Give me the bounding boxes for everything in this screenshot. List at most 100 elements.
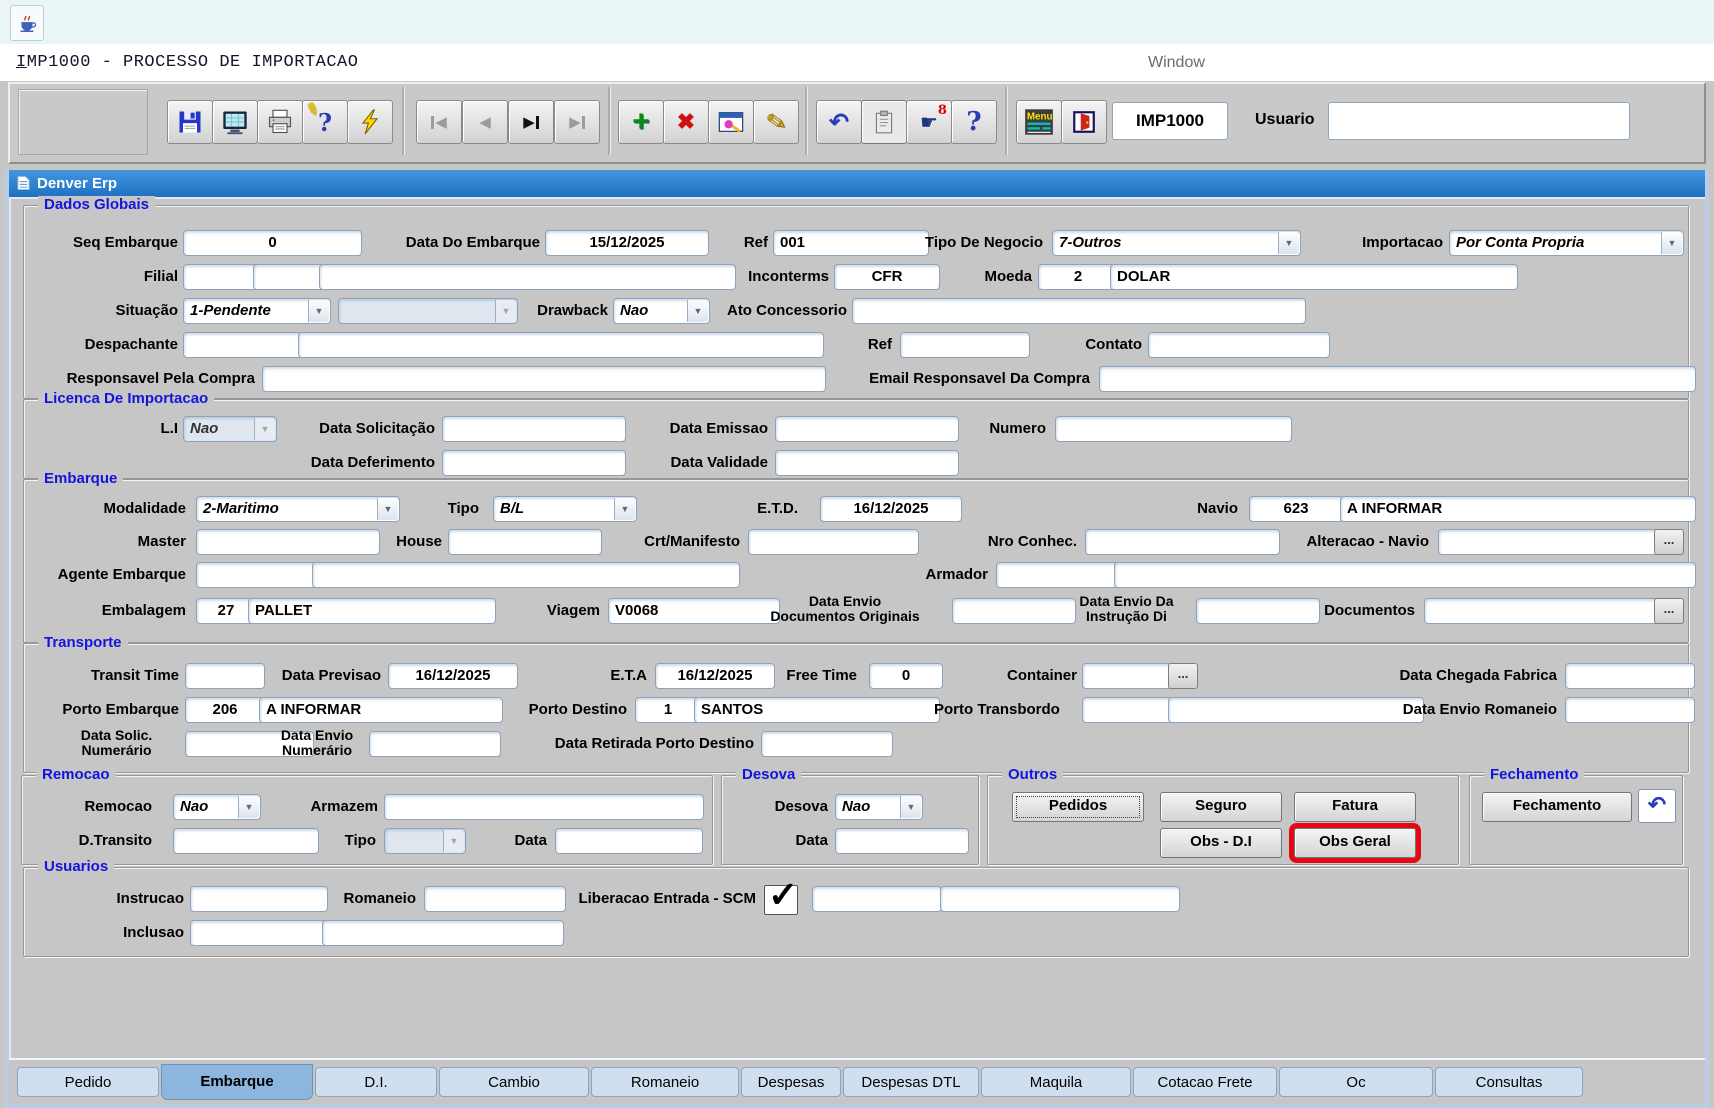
ato-concessorio-field[interactable] bbox=[852, 298, 1306, 324]
data-solicitacao-field[interactable] bbox=[442, 416, 626, 442]
li-combo[interactable]: Nao▼ bbox=[183, 416, 277, 442]
edit-button[interactable]: ✎ bbox=[753, 100, 799, 144]
tipo-combo[interactable]: B/L▼ bbox=[493, 496, 637, 522]
data-envio-numerario-field[interactable] bbox=[369, 731, 501, 757]
agente-embarque-name-field[interactable] bbox=[312, 562, 740, 588]
data-do-embarque-field[interactable]: 15/12/2025 bbox=[545, 230, 709, 256]
navio-name-field[interactable]: A INFORMAR bbox=[1340, 496, 1696, 522]
container-field[interactable] bbox=[1082, 663, 1174, 689]
filial-code1-field[interactable] bbox=[183, 264, 261, 290]
porto-embarque-code-field[interactable]: 206 bbox=[185, 697, 265, 723]
armador-code-field[interactable] bbox=[996, 562, 1120, 588]
data-validade-field[interactable] bbox=[775, 450, 959, 476]
moeda-code-field[interactable]: 2 bbox=[1038, 264, 1118, 290]
tab-romaneio[interactable]: Romaneio bbox=[591, 1067, 739, 1097]
help-button[interactable]: ? bbox=[951, 100, 997, 144]
tipo-de-negocio-combo[interactable]: 7-Outros▼ bbox=[1052, 230, 1301, 256]
data-deferimento-field[interactable] bbox=[442, 450, 626, 476]
agente-embarque-code-field[interactable] bbox=[196, 562, 318, 588]
porto-embarque-name-field[interactable]: A INFORMAR bbox=[259, 697, 503, 723]
free-time-field[interactable]: 0 bbox=[869, 663, 943, 689]
help-query-button[interactable]: ✎? bbox=[302, 100, 348, 144]
next-record-button[interactable]: ▶ bbox=[508, 100, 554, 144]
data-envio-instrucao-field[interactable] bbox=[1196, 598, 1320, 624]
query-window-button[interactable] bbox=[708, 100, 754, 144]
inclusao-field[interactable] bbox=[190, 920, 328, 946]
insert-record-button[interactable]: + bbox=[618, 100, 664, 144]
fechamento-button[interactable]: Fechamento bbox=[1482, 792, 1632, 822]
inconterms-field[interactable]: CFR bbox=[834, 264, 940, 290]
tab-consultas[interactable]: Consultas bbox=[1435, 1067, 1583, 1097]
print-button[interactable] bbox=[257, 100, 303, 144]
menu-button[interactable]: Menu bbox=[1016, 100, 1062, 144]
responsavel-pela-compra-field[interactable] bbox=[262, 366, 826, 392]
porto-transbordo-code-field[interactable] bbox=[1082, 697, 1174, 723]
inclusao-name-field[interactable] bbox=[322, 920, 564, 946]
ref-despachante-field[interactable] bbox=[900, 332, 1030, 358]
alteracao-navio-field[interactable] bbox=[1438, 529, 1658, 555]
data-previsao-field[interactable]: 16/12/2025 bbox=[388, 663, 518, 689]
tab-embarque[interactable]: Embarque bbox=[161, 1064, 313, 1100]
execute-query-button[interactable] bbox=[347, 100, 393, 144]
data-envio-romaneio-field[interactable] bbox=[1565, 697, 1695, 723]
exit-button[interactable] bbox=[1061, 100, 1107, 144]
frame-titlebar[interactable]: Denver Erp bbox=[9, 170, 1705, 197]
data-retirada-porto-destino-field[interactable] bbox=[761, 731, 893, 757]
remocao-data-field[interactable] bbox=[555, 828, 703, 854]
master-field[interactable] bbox=[196, 529, 380, 555]
filial-code2-field[interactable] bbox=[253, 264, 329, 290]
nro-conhec-field[interactable] bbox=[1085, 529, 1280, 555]
last-record-button[interactable]: ▶ bbox=[554, 100, 600, 144]
instrucao-field[interactable] bbox=[190, 886, 328, 912]
usuario-field[interactable] bbox=[1328, 102, 1630, 140]
fechamento-undo-button[interactable]: ↶ bbox=[1638, 789, 1676, 823]
undo-button[interactable]: ↶ bbox=[816, 100, 862, 144]
remocao-tipo-combo[interactable]: ▼ bbox=[384, 828, 466, 854]
container-browse-button[interactable]: ... bbox=[1168, 663, 1198, 689]
contato-field[interactable] bbox=[1148, 332, 1330, 358]
drawback-combo[interactable]: Nao▼ bbox=[613, 298, 710, 324]
embalagem-name-field[interactable]: PALLET bbox=[248, 598, 496, 624]
first-record-button[interactable]: ◀ bbox=[416, 100, 462, 144]
embalagem-code-field[interactable]: 27 bbox=[196, 598, 256, 624]
tab-di[interactable]: D.I. bbox=[315, 1067, 437, 1097]
desova-data-field[interactable] bbox=[835, 828, 969, 854]
tab-despesas[interactable]: Despesas bbox=[741, 1067, 841, 1097]
romaneio-field[interactable] bbox=[424, 886, 566, 912]
liberacao-scm-name-field[interactable] bbox=[940, 886, 1180, 912]
program-code-field[interactable]: IMP1000 bbox=[1112, 102, 1228, 140]
clipboard-button[interactable] bbox=[861, 100, 907, 144]
tab-oc[interactable]: Oc bbox=[1279, 1067, 1433, 1097]
fatura-button[interactable]: Fatura bbox=[1294, 792, 1416, 822]
moeda-name-field[interactable]: DOLAR bbox=[1110, 264, 1518, 290]
alteracao-navio-browse-button[interactable]: ... bbox=[1654, 529, 1684, 555]
porto-destino-name-field[interactable]: SANTOS bbox=[694, 697, 940, 723]
filial-name-field[interactable] bbox=[319, 264, 736, 290]
porto-destino-code-field[interactable]: 1 bbox=[635, 697, 701, 723]
crt-manifesto-field[interactable] bbox=[748, 529, 919, 555]
d-transito-field[interactable] bbox=[173, 828, 319, 854]
etd-field[interactable]: 16/12/2025 bbox=[820, 496, 962, 522]
documentos-field[interactable] bbox=[1424, 598, 1660, 624]
importacao-combo[interactable]: Por Conta Propria▼ bbox=[1449, 230, 1684, 256]
obs-di-button[interactable]: Obs - D.I bbox=[1160, 828, 1282, 858]
desova-combo[interactable]: Nao▼ bbox=[835, 794, 923, 820]
tab-despesas-dtl[interactable]: Despesas DTL bbox=[843, 1067, 979, 1097]
liberacao-scm-user-field[interactable] bbox=[812, 886, 942, 912]
porto-transbordo-name-field[interactable] bbox=[1168, 697, 1424, 723]
armador-name-field[interactable] bbox=[1114, 562, 1696, 588]
documentos-browse-button[interactable]: ... bbox=[1654, 598, 1684, 624]
data-envio-docs-field[interactable] bbox=[952, 598, 1076, 624]
seguro-button[interactable]: Seguro bbox=[1160, 792, 1282, 822]
previous-record-button[interactable]: ◀ bbox=[462, 100, 508, 144]
data-emissao-field[interactable] bbox=[775, 416, 959, 442]
tab-maquila[interactable]: Maquila bbox=[981, 1067, 1131, 1097]
numero-field[interactable] bbox=[1055, 416, 1292, 442]
liberacao-scm-checkbox[interactable]: ✓ bbox=[764, 885, 798, 915]
despachante-name-field[interactable] bbox=[298, 332, 824, 358]
email-responsavel-field[interactable] bbox=[1099, 366, 1696, 392]
navio-code-field[interactable]: 623 bbox=[1249, 496, 1343, 522]
data-chegada-fabrica-field[interactable] bbox=[1565, 663, 1695, 689]
delete-record-button[interactable]: ✖ bbox=[663, 100, 709, 144]
house-field[interactable] bbox=[448, 529, 602, 555]
